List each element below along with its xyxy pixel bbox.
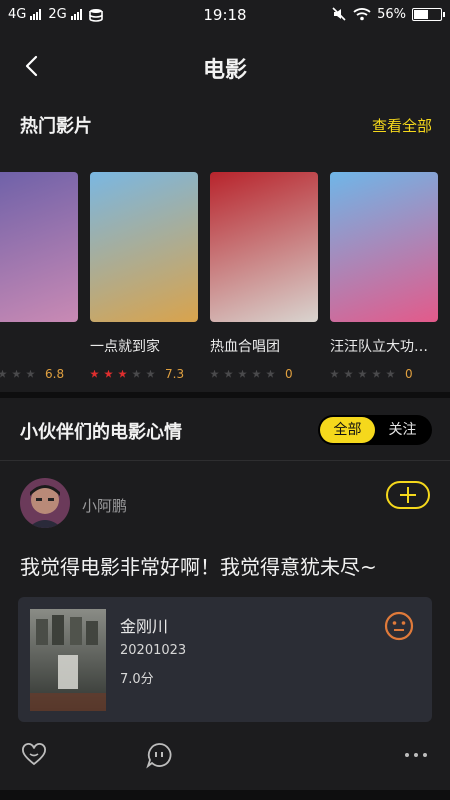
movie-rating: 7.3 (90, 367, 198, 381)
movie-score: 0 (405, 367, 413, 381)
star-icon (386, 369, 395, 378)
star-rating (210, 369, 275, 379)
section-divider (0, 392, 450, 398)
star-icon (266, 369, 275, 378)
mute-icon (332, 7, 346, 21)
movie-score: 6.8 (45, 367, 65, 381)
star-rating (330, 369, 395, 379)
movie-rating: 6.8 (0, 367, 78, 381)
more-icon[interactable] (402, 741, 430, 769)
movie-title: 牙 (0, 336, 78, 356)
section-title: 热门影片 (20, 116, 92, 137)
star-icon (224, 369, 233, 378)
tab-all[interactable]: 全部 (320, 417, 375, 443)
bottom-divider (0, 790, 450, 800)
movie-card[interactable]: 一点就到家 7.3 (90, 172, 198, 381)
movie-rating: 0 (210, 367, 318, 381)
star-icon (12, 369, 21, 378)
movie-score: 0 (285, 367, 293, 381)
tab-following[interactable]: 关注 (375, 417, 430, 443)
star-icon (104, 369, 113, 378)
wifi-icon (353, 8, 371, 21)
follow-button[interactable] (386, 481, 430, 509)
username[interactable]: 小阿鹏 (82, 495, 127, 516)
neutral-face-icon (384, 611, 414, 641)
movie-rating: 0 (330, 367, 438, 381)
star-rating (90, 369, 155, 379)
star-icon (26, 369, 35, 378)
page-title: 电影 (202, 58, 247, 83)
movie-poster (90, 172, 198, 322)
battery-percent: 56% (377, 6, 406, 22)
movie-score: 7.3 (165, 367, 185, 381)
feed-filter-toggle: 全部 关注 (318, 415, 432, 445)
movie-poster (210, 172, 318, 322)
card-movie-title: 金刚川 (120, 617, 169, 636)
section-title: 小伙伴们的电影心情 (20, 422, 182, 443)
star-rating (0, 369, 35, 379)
card-poster (30, 609, 106, 711)
star-icon (252, 369, 261, 378)
movie-card[interactable]: 金刚川 20201023 7.0分 (18, 597, 432, 722)
see-all-link[interactable]: 查看全部 (372, 115, 432, 136)
movie-card[interactable]: 热血合唱团 0 (210, 172, 318, 381)
movie-card[interactable]: 汪汪队立大功… 0 (330, 172, 438, 381)
star-icon (0, 369, 7, 378)
status-bar: 4G 2G 19:18 56% (0, 0, 450, 32)
battery-icon (412, 7, 445, 21)
post-text: 我觉得电影非常好啊！我觉得意犹未尽~ (20, 555, 377, 579)
star-icon (146, 369, 155, 378)
star-icon (372, 369, 381, 378)
movie-title: 一点就到家 (90, 339, 160, 355)
divider (0, 460, 450, 461)
star-icon (118, 369, 127, 378)
movie-carousel[interactable]: 牙 6.8 一点就到家 7.3 热血合唱团 0 汪汪队立大功… 0 (0, 172, 450, 382)
star-icon (90, 369, 99, 378)
status-right: 56% (331, 6, 445, 22)
star-icon (344, 369, 353, 378)
star-icon (238, 369, 247, 378)
movie-poster (0, 172, 78, 322)
movie-poster (330, 172, 438, 322)
star-icon (358, 369, 367, 378)
hot-movies-header: 热门影片 查看全部 (0, 112, 450, 142)
nav-bar: 电影 (0, 40, 450, 92)
comment-icon[interactable] (145, 741, 173, 769)
card-release-date: 20201023 (120, 643, 187, 658)
movie-title: 热血合唱团 (210, 339, 280, 355)
card-score: 7.0分 (120, 672, 154, 687)
movie-card[interactable]: 牙 6.8 (0, 172, 78, 381)
star-icon (210, 369, 219, 378)
post-actions (0, 741, 450, 771)
star-icon (330, 369, 339, 378)
star-icon (132, 369, 141, 378)
avatar[interactable] (20, 478, 70, 528)
heart-icon[interactable] (20, 741, 48, 769)
movie-title: 汪汪队立大功… (330, 339, 428, 355)
